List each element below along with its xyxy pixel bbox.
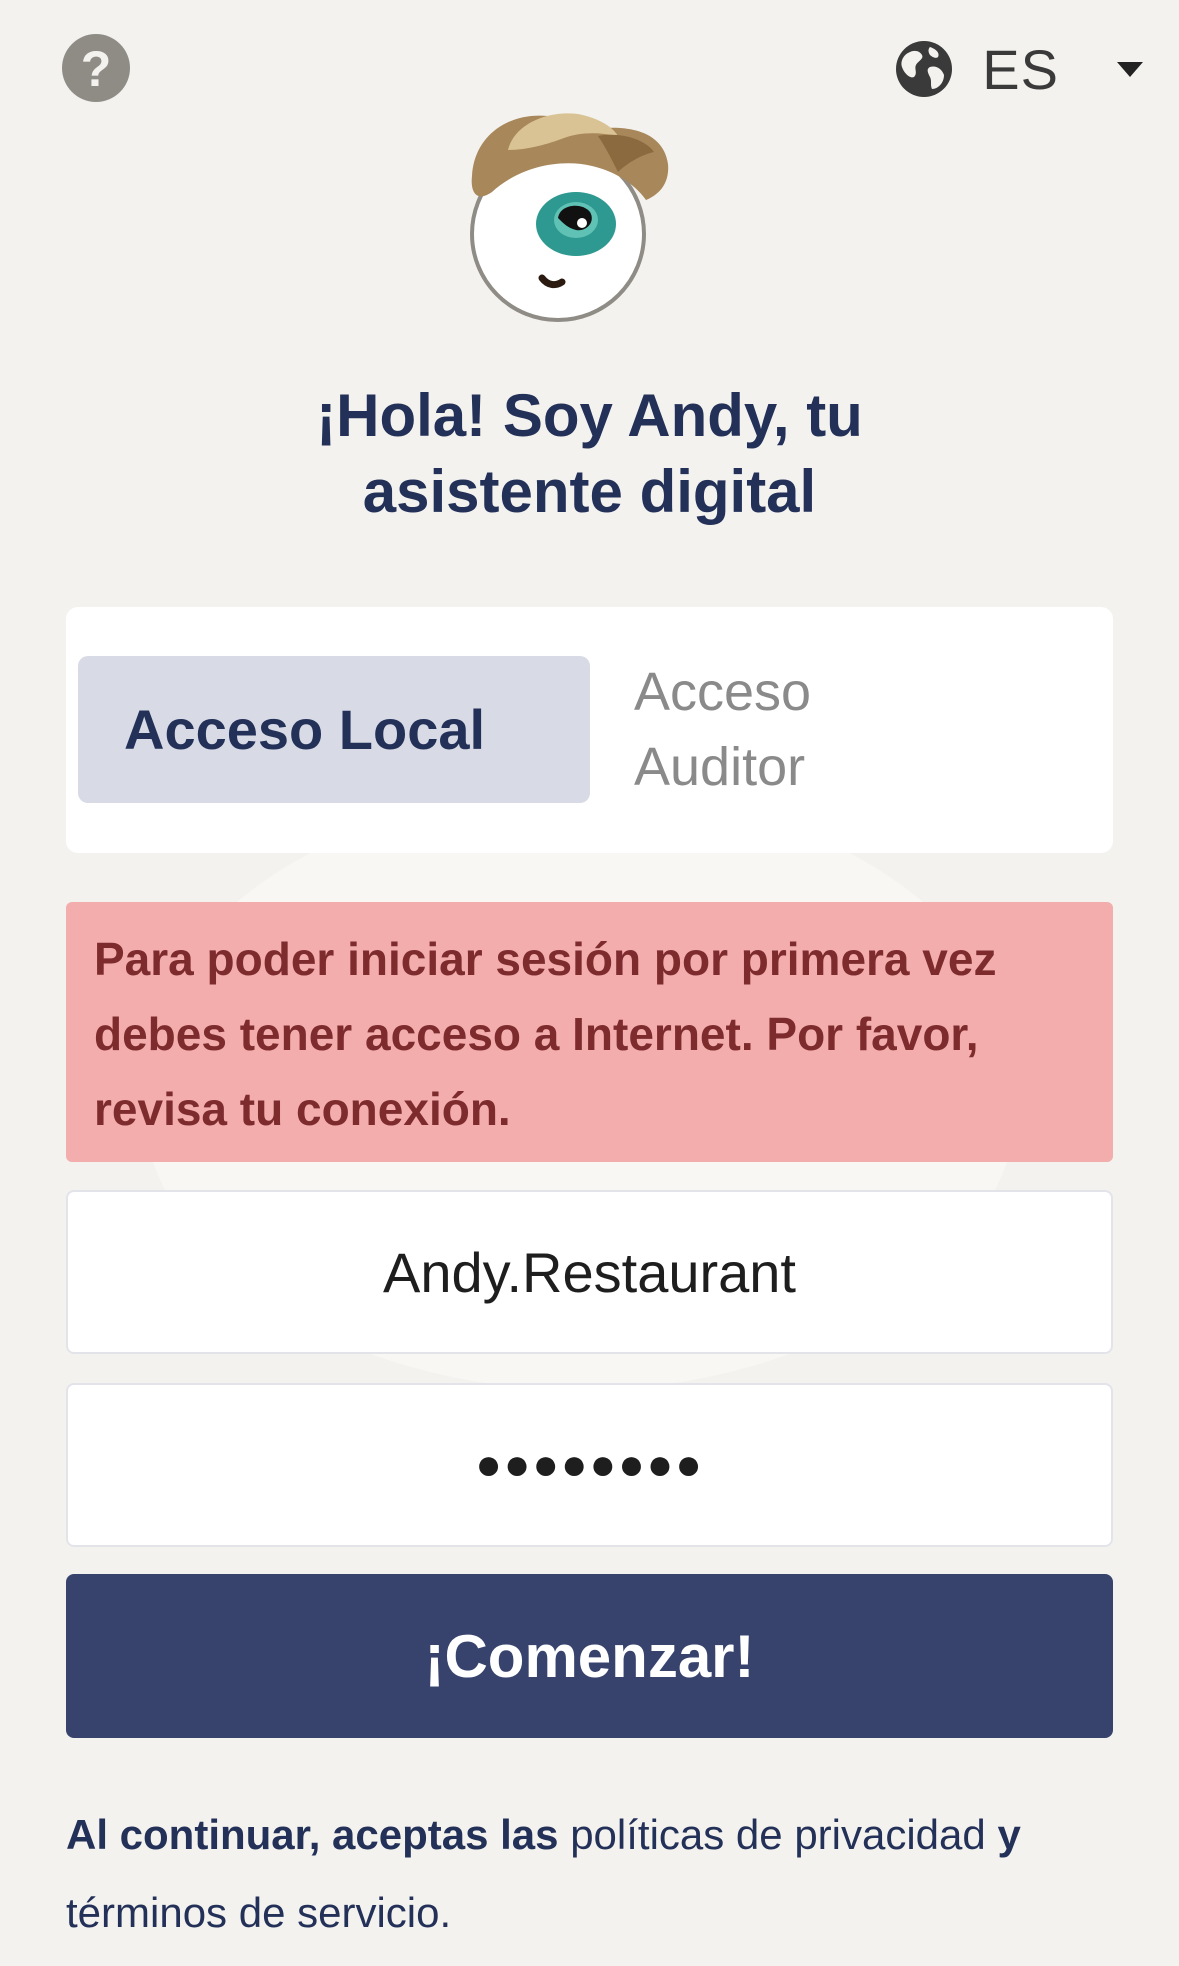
login-mode-tabs: Acceso Local Acceso Auditor	[66, 607, 1113, 853]
tab-auditor-access[interactable]: Acceso Auditor	[634, 656, 994, 803]
connection-alert: Para poder iniciar sesión por primera ve…	[66, 902, 1113, 1162]
greeting-line-1: ¡Hola! Soy Andy, tu	[316, 382, 863, 449]
legal-notice: Al continuar, aceptas las políticas de p…	[66, 1796, 1126, 1952]
help-question-icon[interactable]: ?	[62, 34, 130, 102]
andy-mascot	[470, 113, 669, 322]
caret-down-icon	[1117, 61, 1143, 77]
globe-icon	[896, 41, 953, 97]
privacy-policy-link[interactable]: políticas de privacidad	[570, 1811, 986, 1858]
legal-connector: y	[997, 1811, 1021, 1858]
terms-of-service-link[interactable]: términos de servicio.	[66, 1889, 451, 1936]
greeting-title: ¡Hola! Soy Andy, tu asistente digital	[0, 378, 1179, 530]
language-code: ES	[982, 37, 1059, 101]
language-selector[interactable]: ES	[894, 34, 1143, 104]
username-value: Andy.Restaurant	[383, 1240, 796, 1304]
tab-local-access[interactable]: Acceso Local	[78, 656, 590, 803]
password-field[interactable]: ●●●●●●●●	[66, 1383, 1113, 1547]
username-field[interactable]: Andy.Restaurant	[66, 1190, 1113, 1354]
greeting-line-2: asistente digital	[362, 458, 817, 525]
start-button[interactable]: ¡Comenzar!	[66, 1574, 1113, 1738]
legal-prefix: Al continuar, aceptas las	[66, 1811, 559, 1858]
password-value: ●●●●●●●●	[475, 1440, 704, 1489]
